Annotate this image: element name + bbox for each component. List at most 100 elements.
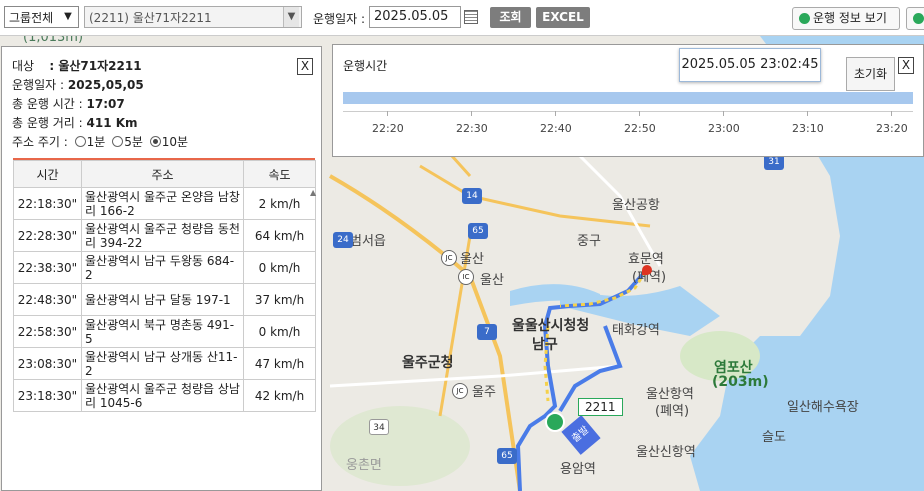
radio-label: 5분	[124, 135, 143, 149]
group-select-value: 그룹전체	[9, 11, 54, 25]
target-label: 대상	[12, 59, 35, 73]
map-label-ilsan: 일산해수욕장	[787, 400, 859, 415]
start-marker-icon[interactable]	[545, 412, 565, 432]
total-time-value: 17:07	[86, 97, 125, 111]
chevron-down-icon: ▼	[283, 7, 299, 27]
group-select[interactable]: 그룹전체 ▼	[4, 6, 79, 28]
cell-speed: 0 km/h	[243, 315, 316, 348]
map-label-airport: 울산공항	[612, 198, 660, 213]
tick-mark	[471, 111, 472, 116]
tick-label: 23:20	[876, 122, 908, 135]
radio-1min[interactable]	[74, 136, 86, 147]
cell-address: 울산광역시 울주군 청량읍 동천리 394-22	[81, 219, 244, 252]
green-dot-icon	[913, 13, 924, 24]
reset-button[interactable]: 초기화	[846, 57, 895, 91]
cell-time: 22:48:30"	[13, 283, 82, 316]
cell-speed: 64 km/h	[243, 219, 316, 252]
column-header-time[interactable]: 시간	[13, 160, 82, 188]
column-header-speed[interactable]: 속도	[243, 160, 316, 188]
road-24-shield: 24	[333, 232, 353, 248]
timeline-bar[interactable]	[343, 92, 913, 104]
trip-detail-panel: X 대상 : 울산71자2211 운행일자 : 2025,05,05 총 운행 …	[1, 46, 322, 491]
cell-speed: 47 km/h	[243, 347, 316, 380]
address-table: 시간 주소 속도 22:18:30" 울산광역시 울주군 온양읍 남창리 166-…	[13, 158, 316, 412]
scroll-up-icon[interactable]: ▲	[310, 188, 316, 197]
timeline-tooltip: 2025.05.05 23:02:45	[679, 48, 821, 82]
tick-mark	[807, 111, 808, 116]
map-label-ulsan-port-sub: (폐역)	[655, 404, 690, 419]
date-label: 운행일자 :	[313, 12, 366, 26]
table-row[interactable]: 23:08:30" 울산광역시 남구 상개동 산11-2 47 km/h	[13, 347, 316, 380]
cell-speed: 0 km/h	[243, 251, 316, 284]
tick-label: 22:20	[372, 122, 404, 135]
table-scrollbar[interactable]: ▲	[309, 188, 319, 424]
close-icon[interactable]: X	[898, 57, 914, 74]
tick-mark	[891, 111, 892, 116]
extra-button[interactable]	[906, 7, 924, 30]
total-distance-label: 총 운행 거리 :	[12, 116, 87, 130]
total-distance-value: 411 Km	[86, 116, 138, 130]
map-label-beomseo: 범서읍	[350, 234, 386, 249]
close-icon[interactable]: X	[297, 58, 313, 75]
table-row[interactable]: 22:38:30" 울산광역시 남구 두왕동 684-2 0 km/h	[13, 251, 316, 284]
tick-mark	[555, 111, 556, 116]
map-label-taehwa: 태화강역	[612, 323, 660, 338]
road-14-shield: 14	[462, 188, 482, 204]
radio-10min[interactable]	[149, 136, 161, 147]
column-header-address[interactable]: 주소	[81, 160, 244, 188]
toolbar: 그룹전체 ▼ (2211) 울산71자2211 ▼ 운행일자 : 2025.05…	[0, 0, 924, 36]
table-row[interactable]: 22:28:30" 울산광역시 울주군 청량읍 동천리 394-22 64 km/h	[13, 219, 316, 252]
cell-address: 울산광역시 남구 달동 197-1	[81, 283, 244, 316]
vehicle-marker-label[interactable]: 2211	[578, 398, 623, 416]
date-input[interactable]: 2025.05.05	[369, 6, 461, 28]
total-time-label: 총 운행 시간 :	[12, 97, 87, 111]
driving-info-button[interactable]: 운행 정보 보기	[792, 7, 900, 30]
cell-time: 23:18:30"	[13, 379, 82, 412]
radio-label: 10분	[161, 135, 189, 149]
map-label-elev: (1,013m)	[23, 36, 84, 45]
excel-button[interactable]: EXCEL	[536, 7, 590, 28]
timeline-panel: 운행시간 X 22:20 22:30 22:40 22:50 23:00 23:…	[332, 44, 924, 157]
chevron-down-icon: ▼	[64, 11, 72, 22]
end-marker-icon[interactable]	[642, 265, 652, 275]
ic-icon: IC	[458, 269, 474, 285]
map-label-yeompo-h: (203m)	[712, 374, 769, 390]
radio-5min[interactable]	[112, 136, 124, 147]
cell-time: 22:28:30"	[13, 219, 82, 252]
cell-speed: 2 km/h	[243, 187, 316, 220]
calendar-icon[interactable]	[464, 10, 478, 24]
cell-time: 23:08:30"	[13, 347, 82, 380]
table-row[interactable]: 22:48:30" 울산광역시 남구 달동 197-1 37 km/h	[13, 283, 316, 316]
map-label-ungchon: 웅촌면	[346, 458, 382, 473]
interval-label: 주소 주기 :	[12, 135, 68, 149]
search-button[interactable]: 조회	[490, 7, 531, 28]
cell-address: 울산광역시 남구 두왕동 684-2	[81, 251, 244, 284]
date-value: 2025,05,05	[67, 78, 144, 92]
map-label-ulju-ic: 울주	[472, 385, 496, 400]
cell-address: 울산광역시 남구 상개동 산11-2	[81, 347, 244, 380]
tick-mark	[387, 111, 388, 116]
tick-mark	[639, 111, 640, 116]
table-row[interactable]: 23:18:30" 울산광역시 울주군 청량읍 상남리 1045-6 42 km/h	[13, 379, 316, 412]
tick-label: 22:50	[624, 122, 656, 135]
vehicle-select[interactable]: (2211) 울산71자2211 ▼	[84, 6, 302, 28]
map-label-namgu: 남구	[532, 337, 558, 353]
interval-radio-group: 주소 주기 : 1분 5분 10분	[12, 133, 188, 152]
map-label-ulsan-ic: 울산	[480, 273, 504, 288]
cell-time: 22:58:30"	[13, 315, 82, 348]
jc-icon: JC	[452, 383, 468, 399]
date-label: 운행일자 :	[12, 78, 68, 92]
cell-speed: 37 km/h	[243, 283, 316, 316]
map-label-seuldo: 슬도	[762, 430, 786, 445]
radio-label: 1분	[86, 135, 106, 149]
map-label-jung-gu: 중구	[577, 234, 601, 249]
cell-address: 울산광역시 울주군 온양읍 남창리 166-2	[81, 187, 244, 220]
cell-time: 22:38:30"	[13, 251, 82, 284]
table-row[interactable]: 22:58:30" 울산광역시 북구 명촌동 491-5 0 km/h	[13, 315, 316, 348]
cell-time: 22:18:30"	[13, 187, 82, 220]
target-value: : 울산71자2211	[49, 59, 142, 73]
map-label-ulsan-city-hall: 울울산시청청	[512, 318, 590, 334]
table-row[interactable]: 22:18:30" 울산광역시 울주군 온양읍 남창리 166-2 2 km/h	[13, 187, 316, 220]
map-label-ulsan-newport: 울산신항역	[636, 445, 696, 460]
tick-label: 22:40	[540, 122, 572, 135]
